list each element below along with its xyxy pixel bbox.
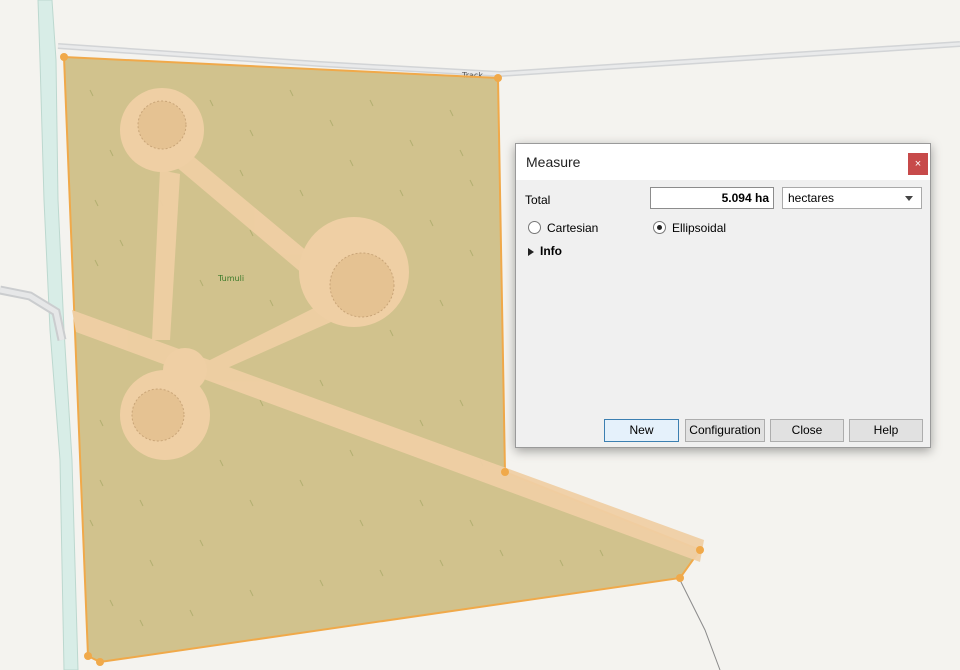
ellipsoidal-radio[interactable] [653, 221, 666, 234]
units-dropdown[interactable]: hectares [782, 187, 922, 209]
dialog-titlebar[interactable]: Measure × [516, 144, 930, 180]
help-button[interactable]: Help [849, 419, 923, 442]
configuration-button[interactable]: Configuration [685, 419, 765, 442]
cartesian-radio[interactable] [528, 221, 541, 234]
info-label: Info [540, 244, 562, 258]
total-label: Total [525, 193, 551, 207]
dialog-title: Measure [526, 154, 581, 170]
triangle-right-icon [528, 247, 534, 256]
ellipsoidal-label[interactable]: Ellipsoidal [672, 221, 726, 235]
info-expander[interactable]: Info [528, 244, 562, 258]
total-value-field[interactable]: 5.094 ha [650, 187, 774, 209]
tumuli-label: Tumuli [217, 274, 244, 283]
close-icon[interactable]: × [908, 153, 928, 175]
close-button[interactable]: Close [770, 419, 844, 442]
new-button[interactable]: New [604, 419, 679, 442]
chevron-down-icon [905, 196, 913, 201]
cartesian-label[interactable]: Cartesian [547, 221, 598, 235]
units-selected-value: hectares [788, 191, 835, 205]
measure-dialog: Measure × Total 5.094 ha hectares Cartes… [515, 143, 931, 448]
